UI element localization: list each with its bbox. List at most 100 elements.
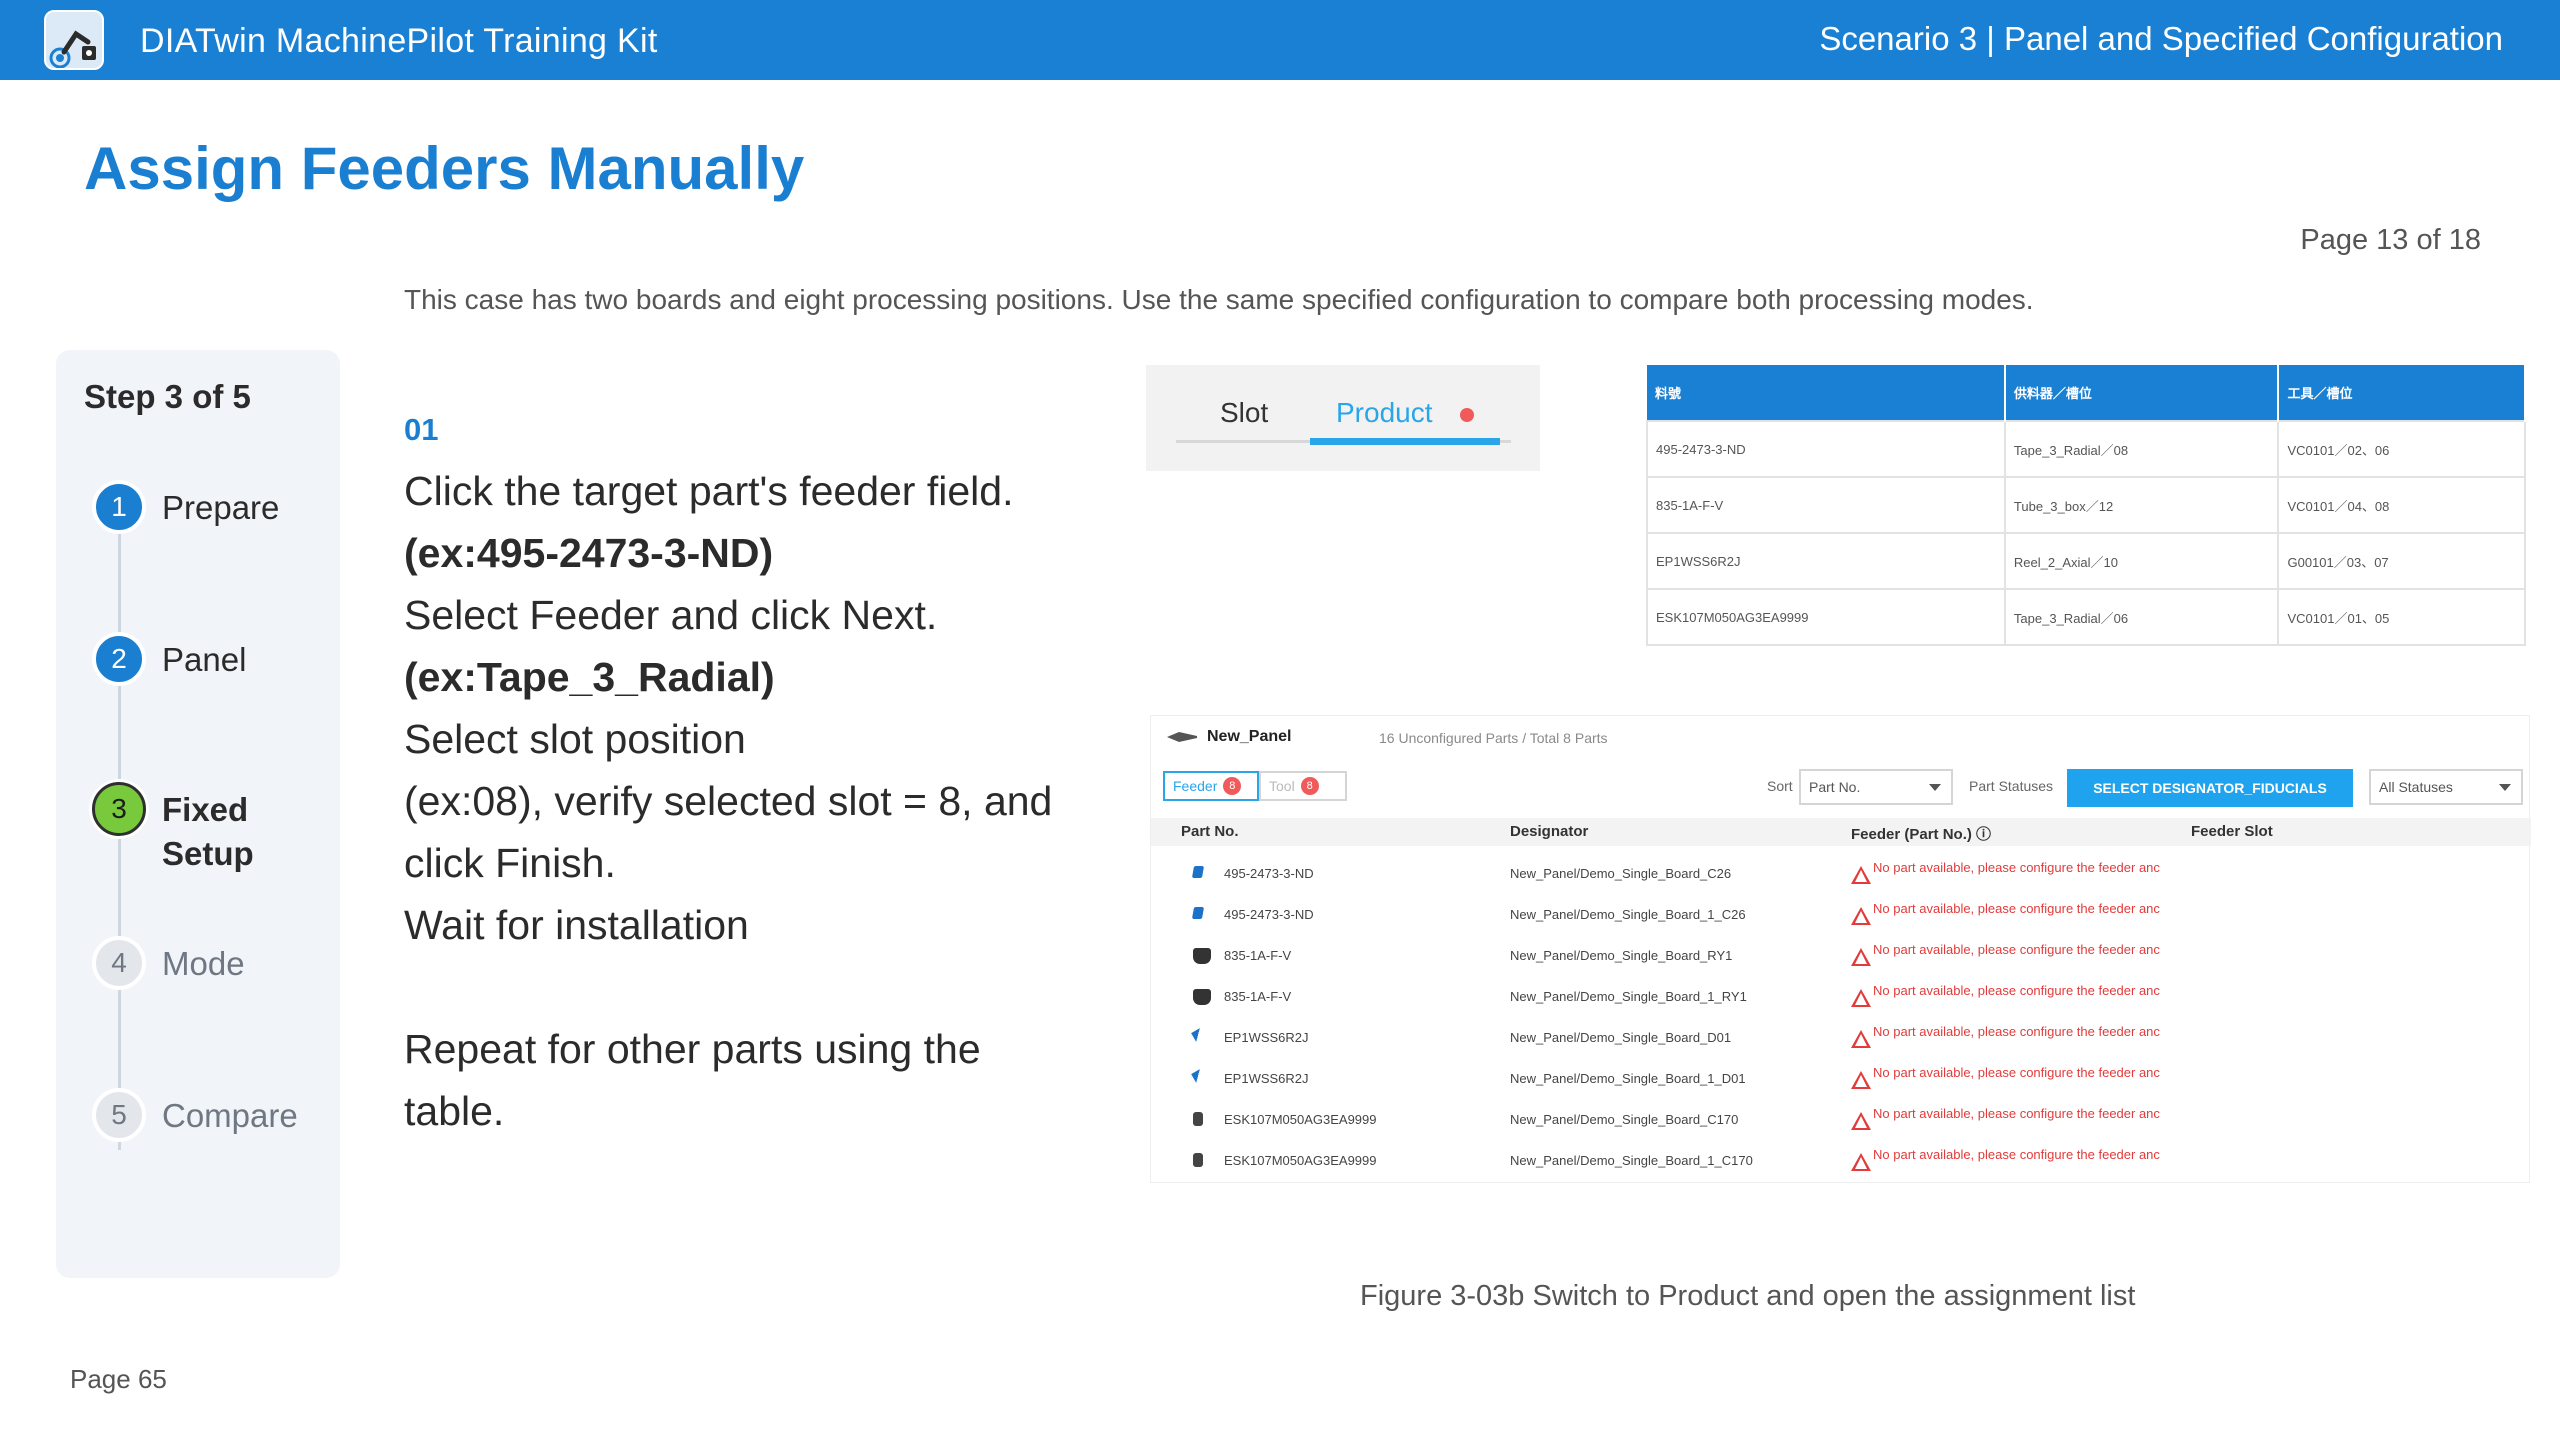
feeder-error[interactable]: No part available, please configure the … — [1873, 1147, 2160, 1162]
select-value: All Statuses — [2379, 779, 2453, 795]
tab-tool[interactable]: Tool 8 — [1259, 771, 1347, 801]
table-row: ESK107M050AG3EA9999 Tape_3_Radial／06 VC0… — [1646, 588, 2526, 646]
step-progress-title: Step 3 of 5 — [84, 378, 251, 415]
table-header-row: 料號 供料器／槽位 工具／槽位 — [1647, 365, 2526, 421]
col-part-no: 料號 — [1647, 365, 2006, 421]
table-cell: Reel_2_Axial／10 — [2003, 532, 2280, 590]
capacitor-icon — [1191, 907, 1205, 919]
step-number: 2 — [92, 632, 146, 686]
table-cell: G00101／03、07 — [2277, 532, 2526, 590]
table-cell: EP1WSS6R2J — [1646, 532, 2006, 590]
page-counter: Page 13 of 18 — [2300, 224, 2481, 256]
relay-icon — [1193, 948, 1211, 964]
robot-arm-logo-icon — [44, 10, 104, 70]
designator: New_Panel/Demo_Single_Board_D01 — [1510, 1030, 1732, 1045]
designator: New_Panel/Demo_Single_Board_1_C170 — [1510, 1153, 1753, 1168]
designator: New_Panel/Demo_Single_Board_RY1 — [1510, 948, 1733, 963]
tab-slot[interactable]: Slot — [1220, 397, 1268, 429]
table-cell: Tape_3_Radial／06 — [2003, 588, 2280, 646]
sort-select[interactable]: Part No. — [1799, 769, 1953, 805]
feeder-error[interactable]: No part available, please configure the … — [1873, 1106, 2160, 1121]
part-number: EP1WSS6R2J — [1224, 1071, 1309, 1086]
feeder-error[interactable]: No part available, please configure the … — [1873, 942, 2160, 957]
feeder-error[interactable]: No part available, please configure the … — [1873, 1065, 2160, 1080]
part-number: 495-2473-3-ND — [1224, 866, 1314, 881]
warning-icon — [1851, 866, 1871, 884]
intro-text: This case has two boards and eight proce… — [404, 284, 2034, 315]
list-item[interactable]: EP1WSS6R2J New_Panel/Demo_Single_Board_D… — [1151, 1018, 2531, 1059]
step-number: 5 — [92, 1088, 146, 1142]
list-item[interactable]: ESK107M050AG3EA9999 New_Panel/Demo_Singl… — [1151, 1141, 2531, 1182]
step-number: 1 — [92, 480, 146, 534]
instruction-line: click Finish. — [404, 840, 616, 886]
list-item[interactable]: 835-1A-F-V New_Panel/Demo_Single_Board_R… — [1151, 936, 2531, 977]
top-bar: DIATwin MachinePilot Training Kit Scenar… — [0, 0, 2560, 80]
instruction-example: (ex:495-2473-3-ND) — [404, 530, 774, 576]
figure-caption: Figure 3-03b Switch to Product and open … — [1360, 1280, 2136, 1312]
scenario-title: Scenario 3 | Panel and Specified Configu… — [1819, 20, 2503, 57]
warning-icon — [1851, 1071, 1871, 1089]
instruction-line: Select Feeder and click Next. — [404, 592, 938, 638]
instruction-line: (ex:08), verify selected slot = 8, and — [404, 778, 1053, 824]
table-cell: 835-1A-F-V — [1646, 476, 2006, 534]
status-filter-select[interactable]: All Statuses — [2369, 769, 2523, 805]
tab-label: Tool — [1269, 778, 1295, 794]
panel-board-icon — [1167, 732, 1197, 742]
col-feeder-slot: Feeder Slot — [2191, 823, 2273, 840]
table-cell: Tube_3_box／12 — [2003, 476, 2280, 534]
feeder-error[interactable]: No part available, please configure the … — [1873, 983, 2160, 998]
step-sidebar: Step 3 of 5 1 Prepare 2 Panel 3 Fixed Se… — [56, 350, 340, 1278]
instruction-block: 01 Click the target part's feeder field.… — [404, 412, 1084, 1142]
step-label: Prepare — [162, 489, 280, 526]
step-label: Mode — [162, 945, 245, 982]
instruction-number: 01 — [404, 412, 439, 447]
table-cell: ESK107M050AG3EA9999 — [1646, 588, 2006, 646]
relay-icon — [1193, 989, 1211, 1005]
col-part-no: Part No. — [1181, 823, 1239, 840]
table-row: 835-1A-F-V Tube_3_box／12 VC0101／04、08 — [1646, 476, 2526, 534]
designator: New_Panel/Demo_Single_Board_1_RY1 — [1510, 989, 1747, 1004]
diode-icon — [1191, 1028, 1205, 1042]
table-row: 495-2473-3-ND Tape_3_Radial／08 VC0101／02… — [1646, 420, 2526, 478]
col-designator: Designator — [1510, 823, 1589, 840]
notification-dot — [1460, 408, 1474, 422]
instruction-example: (ex:Tape_3_Radial) — [404, 654, 775, 700]
step-number: 3 — [92, 782, 146, 836]
feeder-error[interactable]: No part available, please configure the … — [1873, 901, 2160, 916]
designator: New_Panel/Demo_Single_Board_C26 — [1510, 866, 1732, 881]
chevron-down-icon — [2499, 784, 2511, 791]
feeder-error[interactable]: No part available, please configure the … — [1873, 1024, 2160, 1039]
electrolytic-capacitor-icon — [1193, 1153, 1203, 1167]
assignment-list: New_Panel 16 Unconfigured Parts / Total … — [1150, 715, 2531, 1183]
select-designator-fiducials-button[interactable]: SELECT DESIGNATOR_FIDUCIALS — [2067, 769, 2353, 807]
diode-icon — [1191, 1069, 1205, 1083]
page-footer: Page 65 — [70, 1364, 167, 1394]
panel-name: New_Panel — [1207, 728, 1292, 745]
list-item[interactable]: 835-1A-F-V New_Panel/Demo_Single_Board_1… — [1151, 977, 2531, 1018]
part-number: 835-1A-F-V — [1224, 948, 1292, 963]
step-label-line: Fixed — [162, 791, 249, 828]
select-value: Part No. — [1809, 779, 1861, 795]
list-item[interactable]: 495-2473-3-ND New_Panel/Demo_Single_Boar… — [1151, 895, 2531, 936]
table-cell: VC0101／04、08 — [2277, 476, 2526, 534]
part-number: ESK107M050AG3EA9999 — [1224, 1153, 1377, 1168]
table-cell: VC0101／01、05 — [2277, 588, 2526, 646]
tab-feeder[interactable]: Feeder 8 — [1163, 771, 1259, 801]
list-item[interactable]: ESK107M050AG3EA9999 New_Panel/Demo_Singl… — [1151, 1100, 2531, 1141]
warning-icon — [1851, 1112, 1871, 1130]
instruction-line: Click the target part's feeder field. — [404, 468, 1014, 514]
designator: New_Panel/Demo_Single_Board_C170 — [1510, 1112, 1739, 1127]
tab-product[interactable]: Product — [1336, 397, 1433, 429]
warning-icon — [1851, 907, 1871, 925]
feeder-error[interactable]: No part available, please configure the … — [1873, 860, 2160, 875]
slot-product-toggle: Slot Product — [1146, 365, 1540, 471]
col-feeder-part-no: Feeder (Part No.) ⓘ — [1851, 826, 1992, 843]
col-feeder-slot: 供料器／槽位 — [2004, 365, 2280, 421]
step-label-line: Setup — [162, 835, 254, 872]
capacitor-icon — [1191, 866, 1205, 878]
electrolytic-capacitor-icon — [1193, 1112, 1203, 1126]
list-item[interactable]: EP1WSS6R2J New_Panel/Demo_Single_Board_1… — [1151, 1059, 2531, 1100]
sort-label: Sort — [1767, 778, 1793, 794]
list-item[interactable]: 495-2473-3-ND New_Panel/Demo_Single_Boar… — [1151, 854, 2531, 895]
